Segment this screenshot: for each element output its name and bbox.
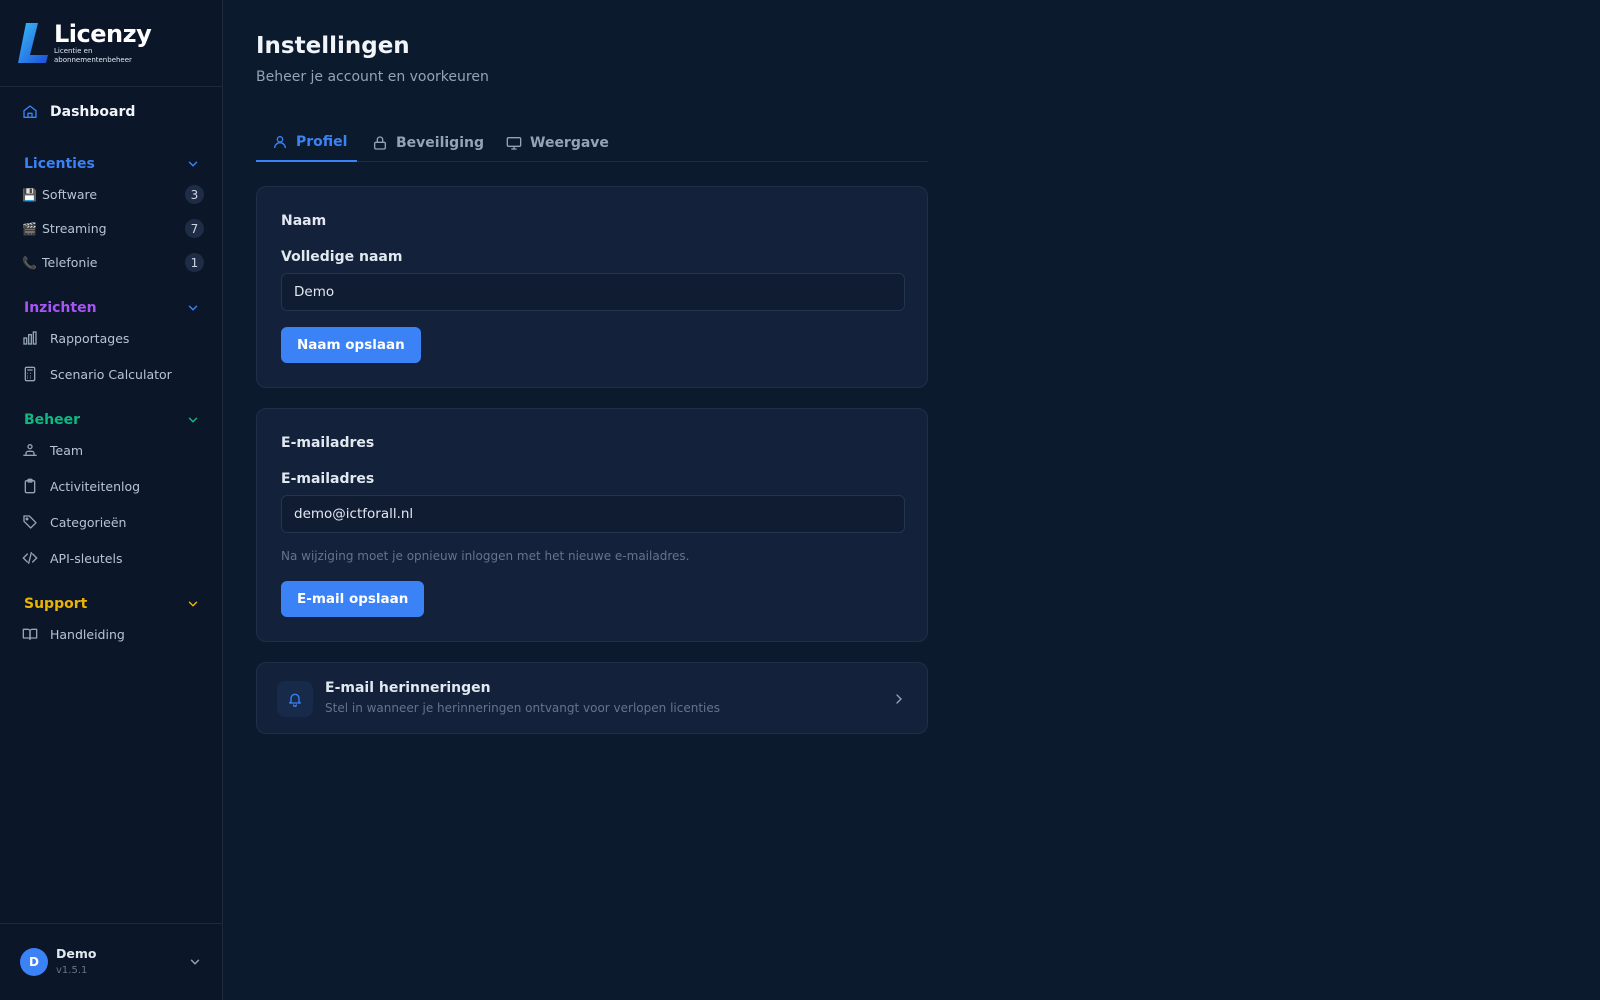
chevron-down-icon (188, 601, 198, 607)
chevron-down-icon (188, 161, 198, 167)
sidebar-item-handleiding[interactable]: Handleiding (22, 626, 204, 642)
tab-label: Profiel (296, 134, 348, 150)
count-badge: 3 (185, 185, 204, 204)
save-email-button[interactable]: E-mail opslaan (281, 581, 425, 617)
logo-icon (18, 23, 48, 63)
name-card: Naam Volledige naam Naam opslaan (256, 186, 928, 388)
code-icon (22, 550, 38, 566)
clapperboard-icon: 🎬 (22, 221, 37, 236)
full-name-input[interactable] (281, 273, 905, 311)
floppy-disk-icon: 💾 (22, 187, 37, 202)
sidebar-item-activiteitenlog[interactable]: Activiteitenlog (22, 478, 204, 494)
clipboard-icon (22, 478, 38, 494)
email-reminders-card[interactable]: E-mail herinneringen Stel in wanneer je … (256, 662, 928, 734)
sidebar-item-scenario-calculator[interactable]: Scenario Calculator (22, 366, 204, 382)
section-licenties-toggle[interactable]: Licenties (24, 156, 200, 172)
settings-tabs: Profiel Beveiliging Weergave (256, 124, 928, 162)
card-title: E-mailadres (281, 435, 375, 451)
user-name: Demo (56, 946, 97, 961)
monitor-icon (506, 137, 522, 150)
sidebar-item-label: Rapportages (50, 330, 130, 346)
tag-icon (22, 514, 38, 530)
count-badge: 1 (185, 253, 204, 272)
tab-weergave[interactable]: Weergave (506, 124, 609, 162)
sidebar: Licenzy Licentie en abonnementenbeheer D… (0, 0, 223, 1000)
sidebar-item-label: Dashboard (50, 104, 136, 120)
save-name-button[interactable]: Naam opslaan (281, 327, 421, 363)
sidebar-item-label: Scenario Calculator (50, 366, 172, 382)
chevron-down-icon (188, 417, 198, 423)
section-title: Licenties (24, 156, 95, 172)
card-title: Naam (281, 213, 327, 229)
count-badge: 7 (185, 219, 204, 238)
lock-icon (374, 136, 386, 150)
tab-beveiliging[interactable]: Beveiliging (372, 124, 484, 162)
app-version: v1.5.1 (56, 965, 88, 976)
field-label: E-mailadres (281, 471, 375, 487)
tab-label: Beveiliging (396, 135, 484, 151)
bar-chart-icon (22, 330, 38, 346)
sidebar-item-label: Streaming (42, 221, 107, 236)
section-title: Beheer (24, 412, 81, 428)
reminder-subtitle: Stel in wanneer je herinneringen ontvang… (325, 701, 720, 715)
field-label: Volledige naam (281, 249, 403, 265)
chevron-down-icon (188, 305, 198, 311)
page-subtitle: Beheer je account en voorkeuren (256, 69, 489, 85)
section-inzichten-toggle[interactable]: Inzichten (24, 300, 200, 316)
email-input[interactable] (281, 495, 905, 533)
bell-icon (277, 681, 313, 717)
email-hint: Na wijziging moet je opnieuw inloggen me… (281, 549, 690, 563)
calculator-icon (22, 366, 38, 382)
phone-icon: 📞 (22, 255, 37, 270)
sidebar-item-dashboard[interactable]: Dashboard (22, 104, 135, 120)
user-menu[interactable]: D Demo v1.5.1 (0, 923, 222, 1000)
email-card: E-mailadres E-mailadres Na wijziging moe… (256, 408, 928, 642)
avatar: D (20, 948, 48, 976)
tab-label: Weergave (530, 135, 609, 151)
sidebar-item-team[interactable]: Team (22, 442, 204, 458)
sidebar-item-label: API-sleutels (50, 550, 123, 566)
brand-logo[interactable]: Licenzy Licentie en abonnementenbeheer (0, 0, 222, 87)
sidebar-item-software[interactable]: 💾 Software 3 (22, 185, 204, 204)
sidebar-item-label: Activiteitenlog (50, 478, 141, 494)
sidebar-item-label: Team (50, 442, 84, 458)
sidebar-item-label: Software (42, 187, 98, 202)
section-support-toggle[interactable]: Support (24, 596, 200, 612)
tab-profiel[interactable]: Profiel (256, 124, 357, 162)
sidebar-item-telefonie[interactable]: 📞 Telefonie 1 (22, 253, 204, 272)
team-icon (22, 442, 38, 458)
sidebar-item-label: Telefonie (42, 255, 98, 270)
brand-tagline: Licentie en abonnementenbeheer (54, 47, 132, 64)
sidebar-item-label: Handleiding (50, 626, 125, 642)
sidebar-item-label: Categorieën (50, 514, 127, 530)
user-icon (274, 136, 286, 149)
reminder-title: E-mail herinneringen (325, 680, 491, 696)
chevron-right-icon (896, 694, 902, 704)
brand-name: Licenzy (54, 20, 152, 48)
sidebar-item-rapportages[interactable]: Rapportages (22, 330, 204, 346)
sidebar-item-api-sleutels[interactable]: API-sleutels (22, 550, 204, 566)
section-beheer-toggle[interactable]: Beheer (24, 412, 200, 428)
page-title: Instellingen (256, 33, 410, 59)
sidebar-item-streaming[interactable]: 🎬 Streaming 7 (22, 219, 204, 238)
section-title: Support (24, 596, 88, 612)
sidebar-item-categorieen[interactable]: Categorieën (22, 514, 204, 530)
section-title: Inzichten (24, 300, 97, 316)
chevron-down-icon[interactable] (188, 955, 202, 969)
home-icon (22, 104, 38, 120)
book-icon (22, 626, 38, 642)
